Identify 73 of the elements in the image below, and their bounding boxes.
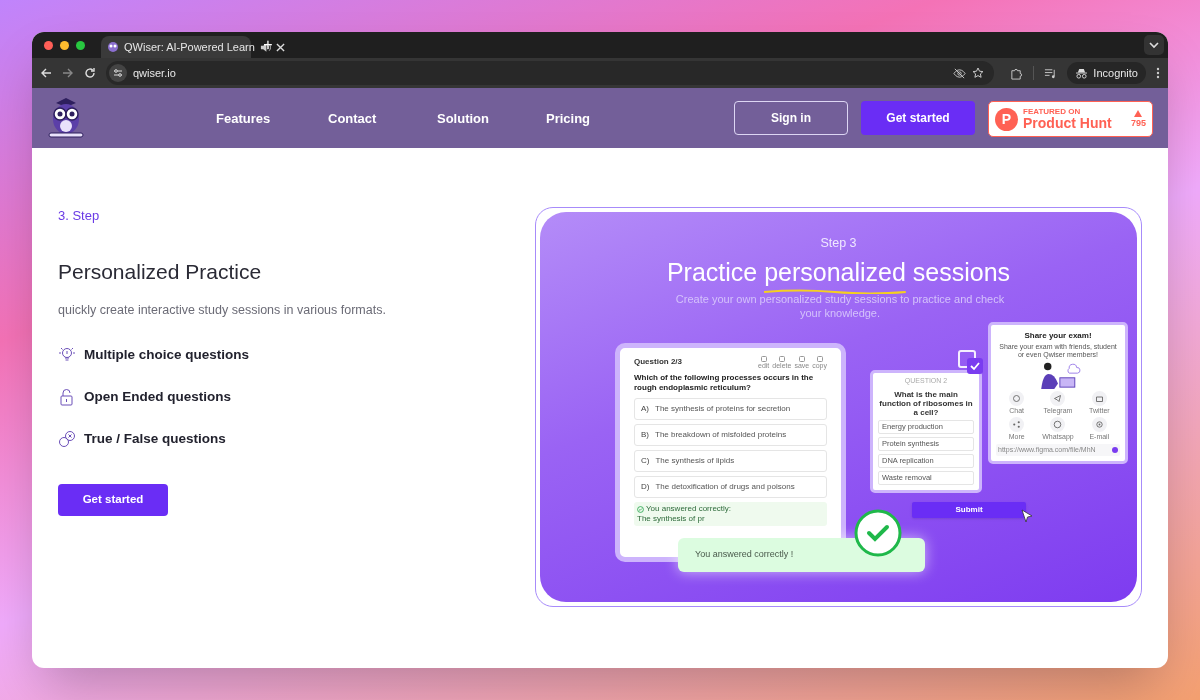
owl-icon: [107, 41, 119, 53]
minimize-window-button[interactable]: [60, 40, 69, 50]
address-bar[interactable]: qwiser.io: [106, 61, 995, 85]
question-text: Which of the following processes occurs in the rough endoplasmic reticulum?: [634, 373, 815, 393]
site-settings-icon[interactable]: [109, 64, 127, 82]
badge-kicker: FEATURED ON: [1023, 108, 1082, 116]
option-text: The detoxification of drugs and poisons: [655, 481, 795, 493]
option-text: The breakdown of misfolded proteins: [655, 429, 787, 441]
feedback-text: The synthesis of pr: [637, 514, 706, 524]
back-icon[interactable]: [40, 67, 52, 79]
forward-icon[interactable]: [62, 67, 74, 79]
get-started-button[interactable]: Get started: [58, 483, 168, 516]
option-letter: C): [641, 455, 650, 467]
answer-option[interactable]: D) The detoxification of drugs and poisons: [634, 476, 827, 498]
share-icon[interactable]: [1009, 417, 1025, 432]
question-text: What is the main function of ribosomes in a cell?: [878, 389, 974, 417]
feature-label: Open Ended questions: [84, 388, 231, 406]
nav-link[interactable]: Solution: [437, 109, 489, 129]
puzzle-icon[interactable]: [1010, 66, 1024, 80]
answer-option[interactable]: C) The synthesis of lipids: [634, 450, 827, 472]
zoom-window-button[interactable]: [76, 40, 85, 50]
vote-count: 795: [1130, 119, 1146, 128]
product-hunt-logo: P: [995, 107, 1018, 131]
option-letter: B): [641, 429, 649, 441]
cursor-icon: [1021, 509, 1033, 523]
check-circle-icon: [854, 509, 902, 557]
option-letter: D): [641, 481, 650, 493]
link-icon: [58, 430, 76, 449]
submit-button[interactable]: Submit: [912, 502, 1026, 518]
step-number: Step 3: [819, 235, 858, 252]
profile-button[interactable]: Incognito: [1067, 62, 1146, 84]
badge-title: Product Hunt: [1023, 116, 1113, 130]
heading-text: sessions: [911, 257, 1011, 288]
option-text: The synthesis of proteins for secretion: [655, 403, 791, 415]
incognito-icon: [1075, 67, 1089, 79]
answer-option[interactable]: B) The breakdown of misfolded proteins: [634, 424, 827, 446]
option-letter: A): [641, 403, 649, 415]
nav-link[interactable]: Pricing: [546, 109, 591, 129]
close-window-button[interactable]: [44, 40, 53, 50]
answer-option[interactable]: A) The synthesis of proteins for secretion: [634, 398, 827, 420]
feedback-label: You answered correctly:: [646, 504, 732, 514]
nav-link[interactable]: Contact: [328, 109, 377, 129]
telegram-icon[interactable]: [1050, 391, 1066, 406]
owl-logo[interactable]: [46, 97, 86, 139]
section-description: quickly create interactive study sessions in various formats.: [58, 302, 386, 319]
new-tab-button[interactable]: +: [259, 36, 277, 54]
upvote-icon: [1134, 110, 1143, 117]
get-started-button[interactable]: Get started: [861, 101, 975, 135]
nav-link[interactable]: Features: [216, 109, 271, 129]
success-toast: You answered correctly !: [678, 538, 925, 572]
chevron-down-icon[interactable]: [1144, 35, 1164, 55]
check-circle-icon: [637, 505, 644, 513]
feature-label: Multiple choice questions: [84, 345, 250, 364]
section-title: Personalized Practice: [58, 258, 262, 285]
checkbox[interactable]: [967, 358, 983, 374]
eye-off-icon[interactable]: [953, 66, 967, 80]
close-icon[interactable]: [275, 42, 285, 52]
url-text: qwiser.io: [133, 65, 177, 81]
star-icon[interactable]: [972, 67, 985, 79]
media-queue-icon[interactable]: [1044, 66, 1058, 80]
lock-icon: [58, 388, 76, 407]
sign-in-button[interactable]: Sign in: [734, 101, 848, 135]
question-counter: Question 2/3: [634, 356, 682, 368]
reload-icon[interactable]: [84, 67, 96, 79]
bulb-icon: [58, 345, 76, 364]
highlighted-word: personalized: [764, 254, 906, 292]
option-text: The synthesis of lipids: [655, 455, 735, 467]
step-label: 3. Step: [58, 207, 100, 225]
heading-text: Practice: [666, 257, 759, 288]
share-title: Share your exam!: [1024, 330, 1092, 342]
feature-label: True / False questions: [84, 430, 226, 449]
more-icon[interactable]: [1156, 67, 1160, 79]
showcase-subtitle: Create your own personalized study sessions to practice and check your knowledge.: [674, 292, 1006, 320]
